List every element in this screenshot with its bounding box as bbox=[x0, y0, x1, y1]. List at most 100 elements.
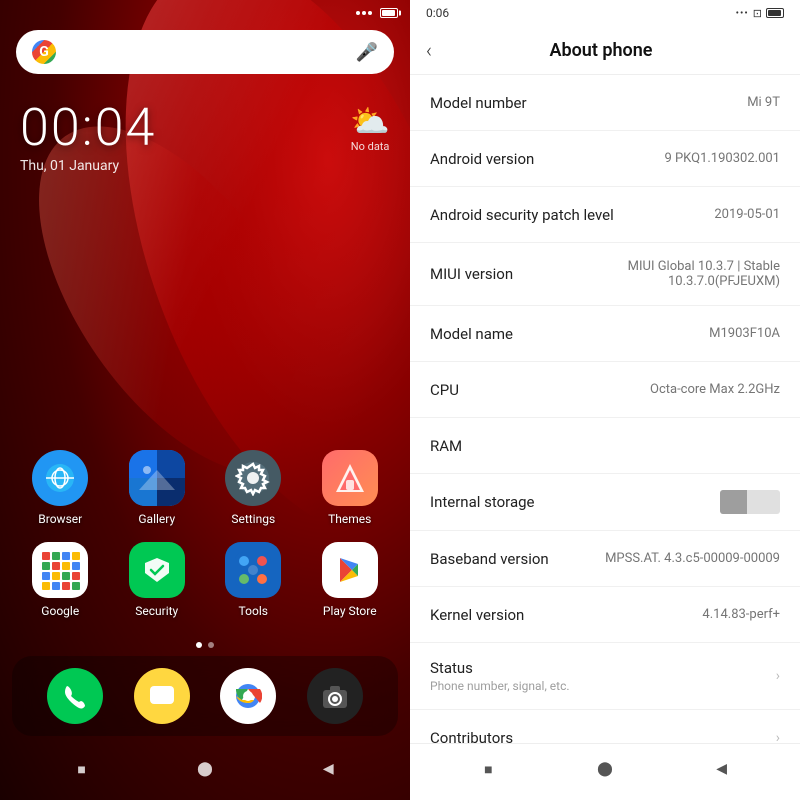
left-nav-bar: ■ ⬤ ◀ bbox=[0, 744, 410, 800]
miui-version-value: MIUI Global 10.3.7 | Stable 10.3.7.0(PFJ… bbox=[588, 259, 781, 289]
storage-fill bbox=[720, 490, 747, 514]
search-bar[interactable]: G 🎤 bbox=[16, 30, 394, 74]
page-dot-1 bbox=[196, 642, 202, 648]
model-number-label: Model number bbox=[430, 94, 527, 112]
storage-label: Internal storage bbox=[430, 493, 535, 511]
status-left: Status Phone number, signal, etc. bbox=[430, 659, 570, 693]
bottom-dock bbox=[12, 656, 398, 736]
settings-row-cpu: CPU Octa-core Max 2.2GHz bbox=[410, 362, 800, 418]
android-version-label: Android version bbox=[430, 150, 534, 168]
settings-row-baseband: Baseband version MPSS.AT. 4.3.c5-00009-0… bbox=[410, 531, 800, 587]
settings-icon bbox=[225, 450, 281, 506]
battery-icon bbox=[380, 8, 398, 18]
settings-row-model-name: Model name M1903F10A bbox=[410, 306, 800, 362]
right-status-icons: ••• ⊡ bbox=[736, 7, 784, 20]
security-patch-value: 2019-05-01 bbox=[714, 207, 780, 222]
app-browser[interactable]: Browser bbox=[20, 450, 101, 526]
status-icons bbox=[380, 8, 398, 18]
settings-row-storage: Internal storage bbox=[410, 474, 800, 531]
settings-row-kernel: Kernel version 4.14.83-perf+ bbox=[410, 587, 800, 643]
page-dot-2 bbox=[208, 642, 214, 648]
gallery-icon bbox=[129, 450, 185, 506]
right-status-bar: 0:06 ••• ⊡ bbox=[410, 0, 800, 26]
dock-messages[interactable] bbox=[134, 668, 190, 724]
page-title: About phone bbox=[448, 40, 754, 61]
app-security[interactable]: Security bbox=[117, 542, 198, 618]
dock-phone[interactable] bbox=[47, 668, 103, 724]
app-tools[interactable]: Tools bbox=[213, 542, 294, 618]
about-phone-panel: 0:06 ••• ⊡ ‹ About phone Model number Mi… bbox=[410, 0, 800, 800]
home-screen: G 🎤 00:04 Thu, 01 January ⛅ No data bbox=[0, 0, 410, 800]
dock-chrome[interactable] bbox=[220, 668, 276, 724]
model-number-value: Mi 9T bbox=[747, 95, 780, 110]
clock-date: Thu, 01 January bbox=[20, 158, 156, 174]
app-settings[interactable]: Settings bbox=[213, 450, 294, 526]
app-gallery[interactable]: Gallery bbox=[117, 450, 198, 526]
recents-button[interactable]: ■ bbox=[67, 754, 97, 784]
status-chevron: › bbox=[776, 668, 780, 684]
settings-row-miui-version: MIUI version MIUI Global 10.3.7 | Stable… bbox=[410, 243, 800, 306]
security-label: Security bbox=[135, 604, 178, 618]
back-button[interactable]: ◀ bbox=[313, 754, 343, 784]
clock-time: 00:04 bbox=[20, 102, 156, 154]
weather-icon: ⛅ bbox=[350, 102, 390, 140]
google-label: Google bbox=[41, 604, 79, 618]
security-icon bbox=[129, 542, 185, 598]
ram-label: RAM bbox=[430, 437, 462, 455]
clock-widget: 00:04 Thu, 01 January ⛅ No data bbox=[0, 82, 410, 184]
storage-bar bbox=[720, 490, 780, 514]
about-phone-header: ‹ About phone bbox=[410, 26, 800, 75]
settings-row-security-patch: Android security patch level 2019-05-01 bbox=[410, 187, 800, 243]
settings-row-status[interactable]: Status Phone number, signal, etc. › bbox=[410, 643, 800, 710]
right-nav-bar: ■ ⬤ ◀ bbox=[410, 743, 800, 800]
settings-row-model-number: Model number Mi 9T bbox=[410, 75, 800, 131]
home-button[interactable]: ⬤ bbox=[190, 754, 220, 784]
weather-widget: ⛅ No data bbox=[350, 102, 390, 153]
miui-version-label: MIUI version bbox=[430, 265, 513, 283]
browser-icon bbox=[32, 450, 88, 506]
dock-camera[interactable] bbox=[307, 668, 363, 724]
settings-row-contributors[interactable]: Contributors › bbox=[410, 710, 800, 743]
right-recents-button[interactable]: ■ bbox=[473, 754, 503, 784]
cpu-value: Octa-core Max 2.2GHz bbox=[650, 382, 780, 397]
cpu-label: CPU bbox=[430, 381, 459, 399]
contributors-label: Contributors bbox=[430, 729, 513, 744]
model-name-label: Model name bbox=[430, 325, 513, 343]
tools-label: Tools bbox=[239, 604, 268, 618]
status-label: Status bbox=[430, 659, 570, 677]
tools-icon bbox=[225, 542, 281, 598]
storage-bar-container bbox=[720, 490, 780, 514]
right-battery-icon bbox=[766, 8, 784, 18]
settings-label: Settings bbox=[231, 512, 275, 526]
security-patch-label: Android security patch level bbox=[430, 206, 614, 224]
google-icon bbox=[32, 542, 88, 598]
themes-label: Themes bbox=[328, 512, 371, 526]
app-google[interactable]: Google bbox=[20, 542, 101, 618]
left-status-bar bbox=[0, 0, 410, 22]
settings-row-ram: RAM bbox=[410, 418, 800, 474]
google-logo: G bbox=[32, 40, 56, 64]
gallery-label: Gallery bbox=[138, 512, 175, 526]
right-home-button[interactable]: ⬤ bbox=[590, 754, 620, 784]
wifi-icon: ⊡ bbox=[753, 7, 762, 20]
settings-list: Model number Mi 9T Android version 9 PKQ… bbox=[410, 75, 800, 743]
app-grid: Browser Gallery bbox=[0, 390, 410, 634]
mic-icon[interactable]: 🎤 bbox=[356, 42, 378, 63]
app-themes[interactable]: Themes bbox=[310, 450, 391, 526]
signal-icon: ••• bbox=[736, 8, 749, 19]
model-name-value: M1903F10A bbox=[709, 326, 780, 341]
page-dots bbox=[0, 634, 410, 656]
playstore-label: Play Store bbox=[323, 604, 377, 618]
back-button[interactable]: ‹ bbox=[426, 38, 432, 62]
contributors-chevron: › bbox=[776, 730, 780, 744]
settings-row-android-version: Android version 9 PKQ1.190302.001 bbox=[410, 131, 800, 187]
weather-text: No data bbox=[350, 140, 390, 153]
kernel-value: 4.14.83-perf+ bbox=[702, 607, 780, 622]
playstore-icon bbox=[322, 542, 378, 598]
status-sub: Phone number, signal, etc. bbox=[430, 679, 570, 693]
themes-icon bbox=[322, 450, 378, 506]
baseband-label: Baseband version bbox=[430, 550, 549, 568]
right-back-button[interactable]: ◀ bbox=[707, 754, 737, 784]
app-playstore[interactable]: Play Store bbox=[310, 542, 391, 618]
baseband-value: MPSS.AT. 4.3.c5-00009-00009 bbox=[605, 551, 780, 566]
